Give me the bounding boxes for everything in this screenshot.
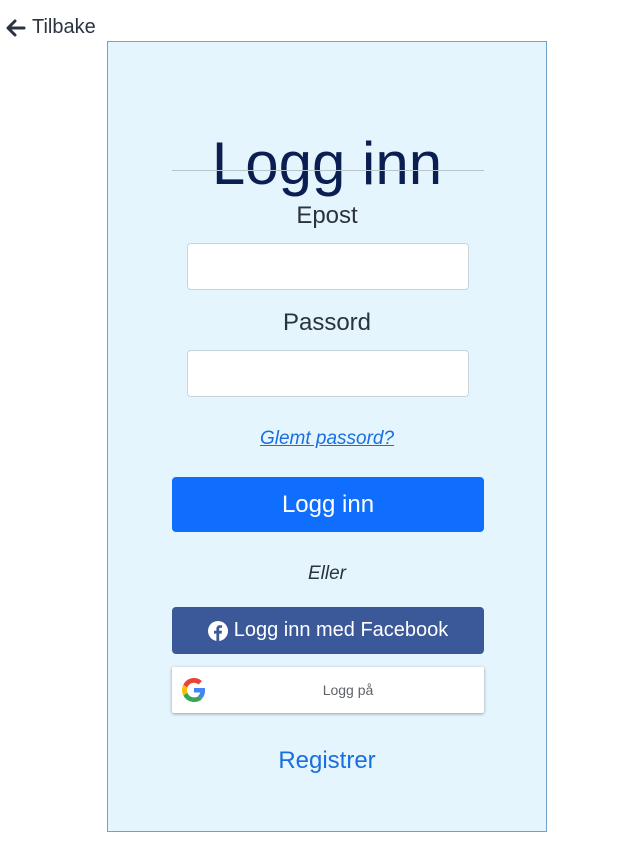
google-login-label: Logg på: [322, 682, 374, 698]
back-link-label: Tilbake: [32, 16, 96, 38]
facebook-icon: [207, 620, 228, 641]
back-link[interactable]: Tilbake: [6, 16, 96, 39]
title-divider: [172, 170, 484, 171]
or-divider-text: Eller: [307, 563, 346, 584]
register-link[interactable]: Registrer: [108, 747, 546, 775]
facebook-login-button[interactable]: Logg inn med Facebook: [172, 607, 484, 654]
password-label: Passord: [282, 309, 372, 336]
google-login-button[interactable]: Logg på: [172, 667, 484, 713]
arrow-left-icon: [6, 19, 26, 36]
password-field[interactable]: [187, 350, 469, 397]
email-label: Epost: [296, 202, 358, 229]
login-button[interactable]: Logg inn: [172, 477, 484, 532]
page-title: Logg inn: [211, 130, 443, 197]
email-field[interactable]: [187, 243, 469, 290]
login-card: Logg inn Epost Passord Glemt passord? Lo…: [107, 41, 547, 832]
forgot-password-link[interactable]: Glemt passord?: [108, 428, 546, 450]
facebook-login-label: Logg inn med Facebook: [233, 619, 449, 641]
